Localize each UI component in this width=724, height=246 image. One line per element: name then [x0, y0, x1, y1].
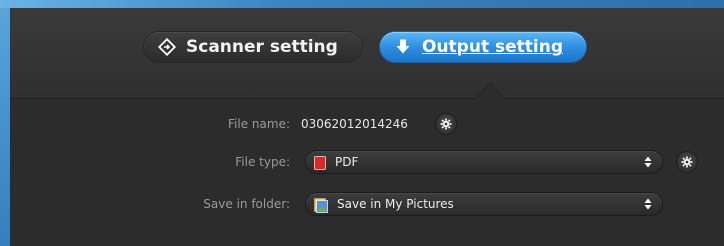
download-arrow-icon	[394, 38, 412, 56]
chevron-updown-icon	[644, 196, 652, 212]
tab-bar	[10, 8, 724, 99]
chevron-updown-icon	[644, 154, 652, 170]
pdf-icon	[314, 155, 326, 170]
tab-scanner-setting[interactable]: Scanner setting	[144, 32, 362, 62]
pictures-folder-icon	[314, 197, 328, 213]
save-folder-value: Save in My Pictures	[337, 197, 454, 211]
file-type-settings-button[interactable]	[677, 152, 697, 172]
save-folder-label: Save in folder:	[203, 197, 290, 211]
active-tab-pointer	[475, 84, 505, 99]
output-settings-window: Scanner setting Output setting File name…	[10, 8, 724, 246]
save-folder-dropdown[interactable]: Save in My Pictures	[306, 193, 662, 215]
tab-output-label: Output setting	[422, 37, 563, 57]
file-name-label: File name:	[228, 117, 290, 131]
diamond-arrow-icon	[158, 38, 176, 56]
file-type-label: File type:	[235, 155, 290, 169]
file-name-settings-button[interactable]	[436, 114, 456, 134]
file-type-dropdown[interactable]: PDF	[306, 151, 662, 173]
gear-icon	[681, 156, 693, 168]
gear-icon	[440, 118, 452, 130]
file-type-value: PDF	[335, 155, 359, 169]
file-name-value[interactable]: 03062012014246	[301, 117, 408, 131]
tab-scanner-label: Scanner setting	[186, 37, 338, 57]
tab-output-setting[interactable]: Output setting	[380, 32, 586, 62]
desktop-background	[0, 0, 724, 8]
